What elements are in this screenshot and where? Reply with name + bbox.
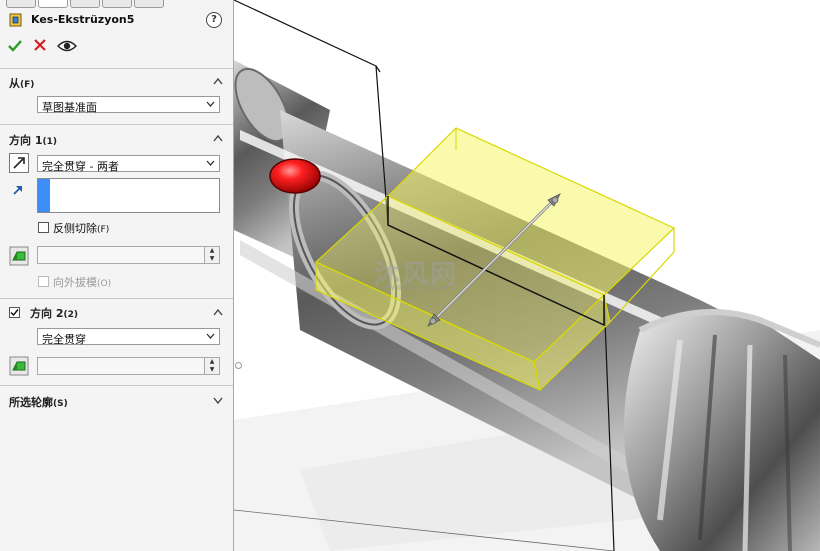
tab-dimxpert-manager[interactable] — [102, 0, 132, 8]
draft-icon — [9, 246, 29, 266]
chevron-up-icon[interactable] — [213, 308, 223, 316]
separator — [0, 68, 233, 69]
watermark-url: www.mfcad.com — [380, 283, 455, 293]
spin-up-icon[interactable]: ▲ — [205, 358, 219, 366]
spin-down-icon[interactable]: ▼ — [205, 255, 219, 263]
draft-outward-label: 向外拔模(O) — [53, 276, 112, 289]
section-direction2-title[interactable]: 方向 2(2) — [30, 305, 78, 321]
preview-eye-icon[interactable] — [57, 39, 77, 53]
draft-outward-checkbox[interactable] — [38, 276, 49, 287]
direction2-draft-angle-input[interactable]: ▲ ▼ — [37, 357, 220, 375]
reverse-direction-icon — [13, 157, 25, 169]
tab-feature-manager[interactable] — [6, 0, 36, 8]
red-button — [269, 158, 321, 194]
direction1-end-condition-select[interactable]: 完全贯穿 - 两者 — [37, 155, 220, 173]
chevron-up-icon[interactable] — [213, 134, 223, 142]
spin-up-icon[interactable]: ▲ — [205, 247, 219, 255]
flip-side-to-cut-checkbox[interactable] — [38, 222, 49, 233]
feature-title: Kes-Ekstrüzyon5 — [31, 13, 135, 26]
feature-header: Kes-Ekstrüzyon5 ? — [0, 10, 233, 32]
chevron-down-icon — [206, 333, 215, 339]
direction2-end-condition-select[interactable]: 完全贯穿 — [37, 328, 220, 346]
flip-side-to-cut-label: 反侧切除(F) — [53, 222, 110, 235]
chevron-down-icon — [206, 101, 215, 107]
action-buttons — [0, 36, 233, 58]
spin-buttons[interactable]: ▲ ▼ — [204, 358, 219, 374]
cut-extrude-icon — [9, 13, 22, 27]
draft-button[interactable] — [9, 356, 29, 376]
tab-display-manager[interactable] — [134, 0, 164, 8]
ok-check-icon[interactable] — [7, 38, 23, 54]
separator — [0, 385, 233, 386]
direction1-selection-box[interactable] — [37, 178, 220, 213]
cancel-x-icon[interactable] — [33, 38, 47, 52]
model-view — [234, 0, 820, 551]
draft-angle-input[interactable]: ▲ ▼ — [37, 246, 220, 264]
chevron-down-icon — [206, 160, 215, 166]
section-selected-contours-title[interactable]: 所选轮廓(S) — [9, 394, 68, 410]
spin-down-icon[interactable]: ▼ — [205, 366, 219, 374]
section-direction1-title[interactable]: 方向 1(1) — [9, 132, 57, 148]
chevron-down-icon[interactable] — [213, 396, 223, 404]
spin-buttons[interactable]: ▲ ▼ — [204, 247, 219, 263]
draft-button[interactable] — [9, 246, 29, 266]
active-selection-indicator — [38, 179, 50, 212]
from-start-condition-select[interactable]: 草图基准面 — [37, 96, 220, 114]
panel-tabs — [0, 0, 233, 8]
help-icon[interactable]: ? — [206, 12, 222, 28]
section-from-title[interactable]: 从(F) — [9, 75, 34, 91]
graphics-viewport[interactable] — [234, 0, 820, 551]
direction2-checkbox[interactable] — [9, 307, 20, 318]
separator — [0, 298, 233, 299]
check-mark-icon — [10, 309, 19, 317]
direction-arrow-icon — [13, 186, 22, 195]
draft-icon — [9, 356, 29, 376]
reverse-direction-button[interactable] — [9, 153, 29, 173]
tab-configuration-manager[interactable] — [70, 0, 100, 8]
tab-property-manager[interactable] — [38, 0, 68, 8]
separator — [0, 124, 233, 125]
chevron-up-icon[interactable] — [213, 77, 223, 85]
property-manager-panel: Kes-Ekstrüzyon5 ? 从(F) 草图基准面 方向 1(1) 完全贯… — [0, 0, 234, 551]
